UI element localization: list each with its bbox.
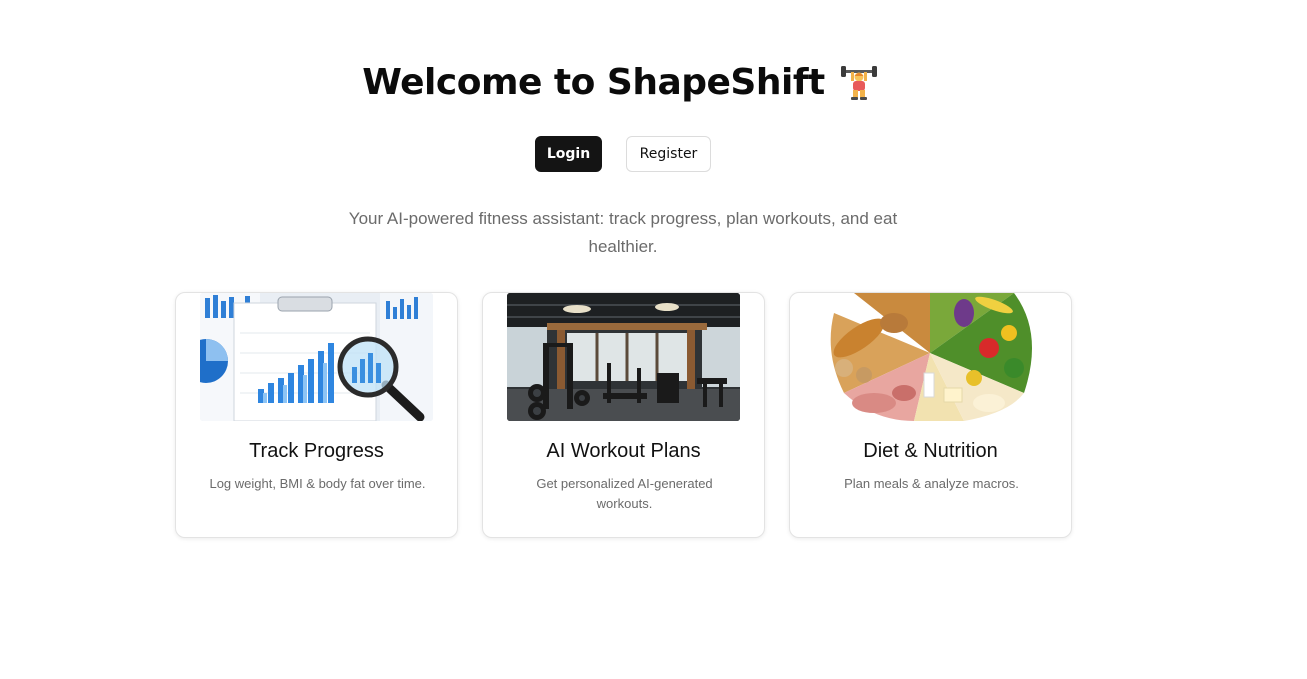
gym-interior-image [507, 293, 740, 421]
login-button[interactable]: Login [535, 136, 602, 172]
charts-magnifier-image [200, 293, 433, 421]
card-title: Track Progress [249, 440, 384, 462]
feature-card-diet-nutrition[interactable]: Diet & Nutrition Plan meals & analyze ma… [789, 292, 1072, 538]
tagline: Your AI-powered fitness assistant: track… [348, 209, 898, 256]
card-description: Log weight, BMI & body fat over time. [209, 476, 426, 491]
card-description: Get personalized AI-generated workouts. [536, 476, 713, 511]
landing-page: Welcome to ShapeShift Login Register You… [0, 0, 1307, 679]
page-title: Welcome to ShapeShift [362, 62, 825, 103]
hero-header: Welcome to ShapeShift [0, 62, 1240, 103]
card-title: AI Workout Plans [546, 440, 701, 462]
feature-card-track-progress[interactable]: Track Progress Log weight, BMI & body fa… [175, 292, 458, 538]
register-button[interactable]: Register [626, 136, 711, 172]
feature-cards: Track Progress Log weight, BMI & body fa… [175, 292, 1072, 538]
card-description: Plan meals & analyze macros. [844, 476, 1019, 491]
auth-buttons: Login Register [535, 136, 711, 172]
feature-card-ai-workout-plans[interactable]: AI Workout Plans Get personalized AI-gen… [482, 292, 765, 538]
card-title: Diet & Nutrition [863, 440, 998, 462]
food-plate-image [814, 293, 1047, 421]
weightlifter-icon [840, 65, 877, 100]
